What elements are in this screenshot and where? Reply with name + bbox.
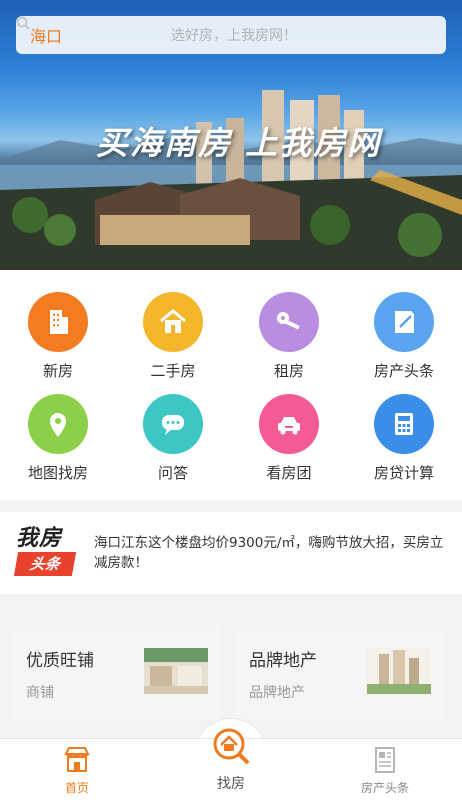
menu-item-loan-calc[interactable]: 房贷计算 [346,394,462,494]
search-input[interactable]: 选好房，上我房网！ [171,25,297,45]
shop-thumbnail [144,648,208,694]
newspaper-icon [375,747,395,773]
search-bar[interactable]: 海口 选好房，上我房网！ [16,16,446,54]
card-brand-estates[interactable]: 品牌地产 品牌地产 [235,626,443,720]
tab-label: 房产头条 [360,781,409,795]
house-icon [143,292,203,352]
headline-banner[interactable]: 我房 头条 海口江东这个楼盘均价9300元/㎡，嗨购节放大招，买房立减房款！ [0,512,462,594]
map-pin-icon [28,394,88,454]
headline-logo: 我房 头条 [13,524,78,582]
building-icon [28,292,88,352]
feature-menu: 新房 二手房 租房 房产头条 地图找房 问答 看房团 房贷计算 [0,270,462,500]
tab-label: 找房 [217,776,245,792]
card-subtitle: 品牌地产 [249,685,305,701]
storefront-icon [64,747,90,772]
menu-label: 看房团 [266,464,312,482]
news-icon [374,292,434,352]
menu-item-rent[interactable]: 租房 [231,292,347,392]
tab-find-house[interactable]: 找房 [154,728,308,800]
headline-logo-top: 我房 [16,525,63,551]
card-subtitle: 商铺 [26,685,54,701]
headline-text[interactable]: 海口江东这个楼盘均价9300元/㎡，嗨购节放大招，买房立减房款！ [94,533,446,573]
tab-news[interactable]: 房产头条 [308,739,462,800]
card-title: 优质旺铺 [26,651,94,671]
banner-slogan: 买海南房 上我房网 [96,124,382,162]
menu-label: 新房 [42,362,73,380]
menu-label: 问答 [157,464,188,482]
menu-label: 房贷计算 [373,464,434,482]
card-quality-shops[interactable]: 优质旺铺 商铺 [12,626,220,720]
app-screen: 买海南房 上我房网 海口 选好房，上我房网！ 新房 二手房 租房 房产头条 地图… [0,0,462,800]
menu-label: 地图找房 [27,464,88,482]
menu-item-new-house[interactable]: 新房 [0,292,116,392]
car-icon [259,394,319,454]
menu-label: 二手房 [150,362,196,380]
menu-label: 房产头条 [373,362,434,380]
menu-item-qa[interactable]: 问答 [115,394,231,494]
menu-label: 租房 [273,362,304,380]
tab-home[interactable]: 首页 [0,739,154,800]
menu-item-tour-group[interactable]: 看房团 [231,394,347,494]
search-house-icon [213,728,250,765]
menu-item-headlines[interactable]: 房产头条 [346,292,462,392]
chat-icon [143,394,203,454]
tab-label: 首页 [64,781,89,795]
hero-banner[interactable]: 买海南房 上我房网 海口 选好房，上我房网！ [0,0,462,270]
menu-item-second-hand[interactable]: 二手房 [115,292,231,392]
calculator-icon [374,394,434,454]
headline-logo-bottom: 头条 [13,552,77,576]
search-icon [16,16,30,30]
bottom-tab-bar: 首页 找房 房产头条 [0,728,462,800]
key-icon [259,292,319,352]
card-title: 品牌地产 [249,651,317,671]
menu-item-map-search[interactable]: 地图找房 [0,394,116,494]
estate-thumbnail [367,648,431,694]
